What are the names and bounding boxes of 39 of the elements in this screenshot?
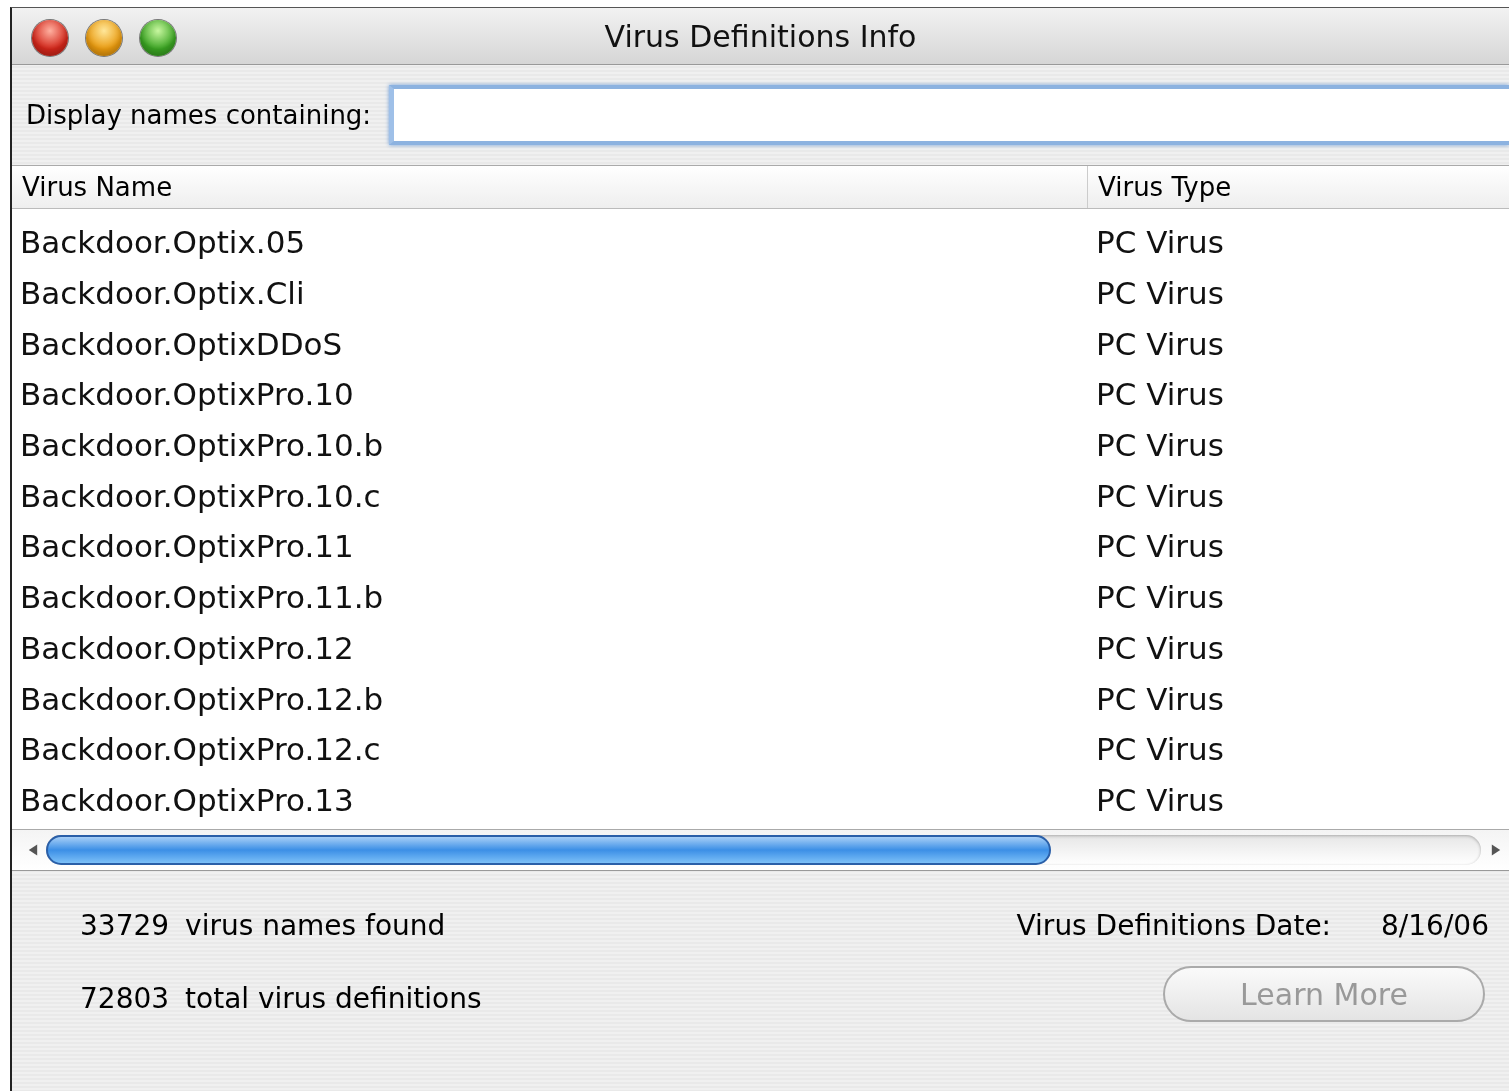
window-title: Virus Definitions Info [604,18,917,54]
table-cell-text: PC Virus [1095,528,1224,565]
table-cell-text: Backdoor.OptixPro.12.b [19,680,385,717]
table-cell-text: Backdoor.OptixPro.11 [19,528,355,565]
stat-label: total virus definitions [185,982,482,1016]
count: 33729 [80,909,170,943]
table-cell-text: PC Virus [1095,781,1224,818]
column-header[interactable]: Virus Name [12,166,1088,208]
table-cell-text: Backdoor.OptixPro.10 [19,376,355,413]
table-cell-text: Backdoor.OptixDDoS [19,325,344,362]
table-cell-text: PC Virus [1095,275,1224,312]
table-cell-text: PC Virus [1095,427,1224,464]
table-cell-text: PC Virus [1095,325,1224,362]
scrollbar-thumb[interactable] [46,835,1051,866]
table-cell-text: Backdoor.OptixPro.13 [19,781,355,818]
table-cell-text: PC Virus [1095,477,1224,514]
stat-label: virus names found [185,909,446,943]
table-cell-text: Backdoor.OptixPro.10.b [19,427,385,464]
table-cell-text: PC Virus [1095,731,1224,768]
zoom-button[interactable] [140,20,176,56]
table-cell-text: Backdoor.OptixPro.12 [19,629,355,666]
table-cell-text: Backdoor.OptixPro.12.c [19,731,382,768]
minimize-button[interactable] [86,20,122,56]
table-cell-text: PC Virus [1095,224,1224,261]
date-label: Virus Definitions Date: [1016,909,1332,943]
filter-label: Display names containing: [26,100,372,130]
search-field[interactable] [389,85,1509,145]
table-cell-text: PC Virus [1095,680,1224,717]
table-cell-text: PC Virus [1095,376,1224,413]
table-cell-text: Backdoor.Optix.Cli [19,275,306,312]
table-cell-text: Backdoor.OptixPro.10.c [19,477,382,514]
table-cell-text: Backdoor.OptixPro.11.b [19,579,385,616]
table-cell-text: PC Virus [1095,579,1224,616]
close-button[interactable] [32,20,68,56]
table-cell-text: PC Virus [1095,629,1224,666]
column-header[interactable]: Virus Type [1088,166,1232,208]
count: 72803 [80,982,170,1016]
table-cell-text: Backdoor.Optix.05 [19,224,307,261]
date-value: 8/16/06 [1381,909,1489,943]
